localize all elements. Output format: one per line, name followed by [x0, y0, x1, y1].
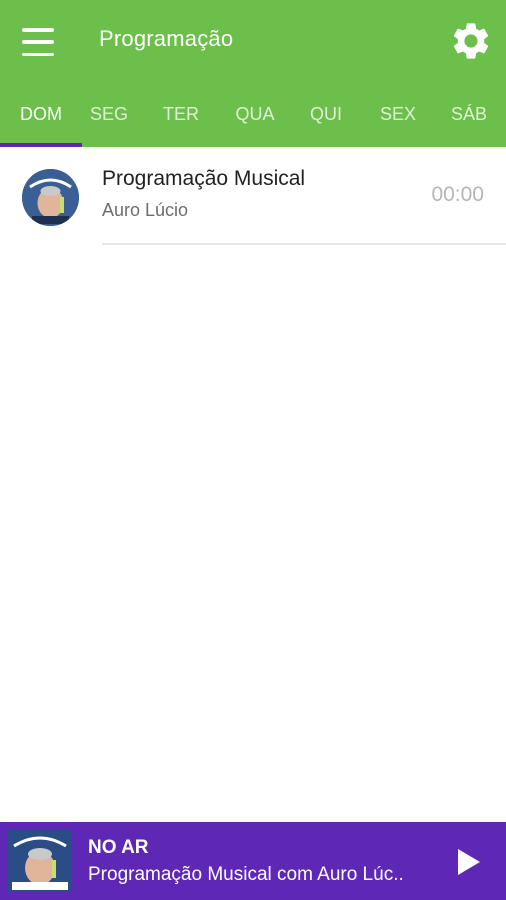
- tab-sab[interactable]: SÁB: [432, 92, 506, 136]
- tab-qua[interactable]: QUA: [218, 92, 292, 136]
- day-tabs: DOM SEG TER QUA QUI SEX SÁB: [0, 92, 506, 147]
- toolbar: Programação: [0, 0, 506, 84]
- schedule-list: Programação Musical Auro Lúcio 00:00: [0, 147, 506, 245]
- gear-icon[interactable]: [449, 19, 493, 63]
- program-host: Auro Lúcio: [102, 200, 189, 220]
- program-time: 00:00: [431, 183, 484, 206]
- avatar: [22, 169, 79, 226]
- on-air-label: NO AR: [88, 837, 149, 858]
- now-playing-text: Programação Musical com Auro Lúc..: [88, 864, 404, 885]
- tab-qui[interactable]: QUI: [289, 92, 363, 136]
- program-title: Programação Musical: [102, 167, 306, 190]
- play-icon[interactable]: [452, 846, 484, 878]
- tab-sex[interactable]: SEX: [361, 92, 435, 136]
- app-bar: Programação DOM SEG TER QUA QUI SEX SÁB: [0, 0, 506, 147]
- list-item[interactable]: Programação Musical Auro Lúcio 00:00: [0, 147, 506, 245]
- tab-dom[interactable]: DOM: [0, 92, 82, 136]
- now-playing-bar[interactable]: NO AR Programação Musical com Auro Lúc..: [0, 822, 506, 900]
- hamburger-menu-icon[interactable]: [22, 28, 58, 56]
- station-thumbnail: [8, 830, 72, 892]
- tab-ter[interactable]: TER: [144, 92, 218, 136]
- divider: [102, 243, 506, 245]
- tab-seg[interactable]: SEG: [72, 92, 146, 136]
- page-title: Programação: [99, 26, 234, 51]
